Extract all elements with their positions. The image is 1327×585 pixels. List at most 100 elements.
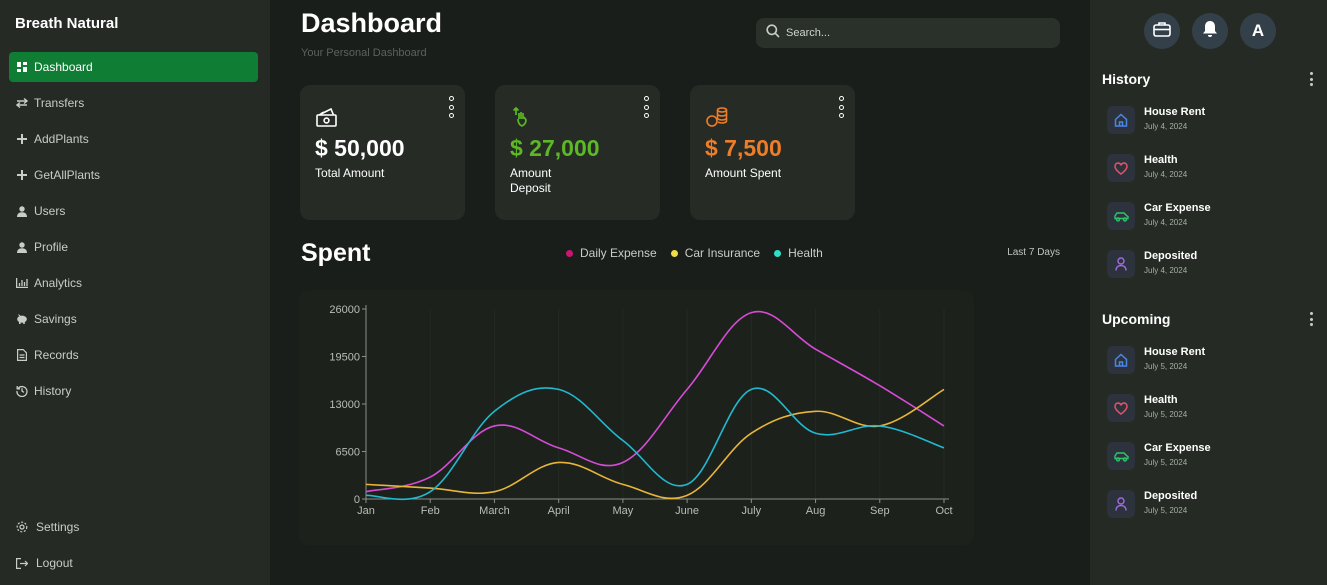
- legend-item-health[interactable]: Health: [774, 246, 823, 260]
- legend-dot: [670, 249, 678, 257]
- sidebar-item-settings[interactable]: Settings: [9, 512, 258, 542]
- x-tick-label: July: [742, 505, 762, 517]
- sidebar-item-label: Transfers: [34, 96, 85, 110]
- list-item-title: Deposited: [1144, 250, 1198, 262]
- card-menu-icon[interactable]: [837, 96, 845, 118]
- sidebar-item-label: Users: [34, 204, 66, 218]
- user-icon: [16, 205, 28, 217]
- sidebar-item-users[interactable]: Users: [9, 196, 258, 226]
- amount-spent-card[interactable]: $ 7,500 Amount Spent: [690, 85, 855, 220]
- list-item[interactable]: Health July 4, 2024: [1107, 152, 1317, 200]
- sidebar-item-label: History: [34, 384, 72, 398]
- history-title: History: [1102, 71, 1151, 87]
- sidebar-item-analytics[interactable]: Analytics: [9, 268, 258, 298]
- spent-chart-svg: 06500130001950026000Jan Feb March April May J…: [329, 304, 952, 517]
- legend-item-car-insurance[interactable]: Car Insurance: [670, 246, 761, 260]
- legend-item-daily-expense[interactable]: Daily Expense: [566, 246, 657, 260]
- notification-button[interactable]: [1192, 13, 1228, 49]
- total-amount-card[interactable]: $ 50,000 Total Amount: [300, 85, 465, 220]
- avatar[interactable]: A: [1240, 13, 1276, 49]
- spent-title: Spent: [301, 239, 371, 267]
- history-list: House Rent July 4, 2024 Health July 4, 202…: [1107, 104, 1317, 296]
- x-tick-label: April: [548, 505, 570, 517]
- legend-label: Daily Expense: [580, 246, 657, 260]
- sidebar-item-label: Records: [34, 348, 79, 362]
- legend-label: Health: [788, 246, 823, 260]
- x-tick-label: June: [675, 505, 699, 517]
- sidebar-item-profile[interactable]: Profile: [9, 232, 258, 262]
- card-menu-icon[interactable]: [642, 96, 650, 118]
- main-content: Dashboard Your Personal Dashboard $ 50,0…: [270, 0, 1090, 585]
- list-item[interactable]: Deposited July 4, 2024: [1107, 248, 1317, 296]
- x-tick-label: Oct: [935, 505, 952, 517]
- list-item-date: July 5, 2024: [1144, 506, 1188, 515]
- list-item-date: July 4, 2024: [1144, 266, 1188, 275]
- search-bar[interactable]: [756, 18, 1060, 48]
- y-tick-label: 26000: [329, 304, 360, 316]
- spent-chart: 0 6500 13000 19500 26000 Jan Feb March April May J…: [299, 290, 974, 545]
- card-amount: $ 27,000: [510, 135, 600, 161]
- user-icon: [1107, 250, 1135, 278]
- date-range-select[interactable]: Last 7 Days: [1007, 247, 1060, 258]
- page-subtitle: Your Personal Dashboard: [301, 47, 427, 59]
- sidebar-item-history[interactable]: History: [9, 376, 258, 406]
- analytics-icon: [16, 277, 28, 289]
- heart-icon: [1107, 394, 1135, 422]
- bell-icon: [1202, 20, 1218, 43]
- deposit-icon: [510, 105, 534, 129]
- sidebar-item-dashboard[interactable]: Dashboard: [9, 52, 258, 82]
- list-item-title: House Rent: [1144, 106, 1206, 118]
- car-icon: [1107, 202, 1135, 230]
- list-item[interactable]: House Rent July 4, 2024: [1107, 104, 1317, 152]
- card-menu-icon[interactable]: [447, 96, 455, 118]
- user-icon: [16, 241, 28, 253]
- list-item-title: House Rent: [1144, 346, 1206, 358]
- sidebar-item-addplants[interactable]: AddPlants: [9, 124, 258, 154]
- list-item-title: Car Expense: [1144, 442, 1211, 454]
- y-tick-label: 19500: [329, 352, 360, 364]
- sidebar-item-label: Logout: [36, 556, 73, 570]
- list-item-title: Health: [1144, 394, 1178, 406]
- home-icon: [1107, 346, 1135, 374]
- card-amount: $ 7,500: [705, 135, 782, 161]
- list-item[interactable]: Deposited July 5, 2024: [1107, 488, 1317, 536]
- avatar-letter: A: [1251, 21, 1265, 40]
- upcoming-list: House Rent July 5, 2024 Health July 5, 202…: [1107, 344, 1317, 536]
- list-item-date: July 5, 2024: [1144, 458, 1188, 467]
- legend-label: Car Insurance: [684, 246, 761, 260]
- sidebar-item-label: Profile: [34, 240, 69, 254]
- briefcase-button[interactable]: [1144, 13, 1180, 49]
- sidebar-item-label: Savings: [34, 312, 77, 326]
- x-tick-label: May: [612, 505, 633, 517]
- document-icon: [16, 349, 28, 361]
- card-label: Amount Deposit: [510, 166, 552, 195]
- sidebar-item-label: Analytics: [34, 276, 83, 290]
- list-item-title: Deposited: [1144, 490, 1198, 502]
- sidebar-item-logout[interactable]: Logout: [9, 548, 258, 578]
- sidebar-item-label: AddPlants: [34, 132, 89, 146]
- sidebar-bottom-nav: Settings Logout: [9, 512, 258, 584]
- upcoming-menu-icon[interactable]: [1308, 312, 1314, 326]
- history-menu-icon[interactable]: [1308, 72, 1314, 86]
- sidebar: Breath Natural Dashboard Transfers AddPl…: [0, 0, 270, 585]
- list-item-date: July 5, 2024: [1144, 410, 1188, 419]
- search-icon: [766, 23, 780, 43]
- briefcase-icon: [1153, 21, 1171, 42]
- list-item[interactable]: Health July 5, 2024: [1107, 392, 1317, 440]
- sidebar-item-getallplants[interactable]: GetAllPlants: [9, 160, 258, 190]
- sidebar-item-label: GetAllPlants: [34, 168, 101, 182]
- dashboard-icon: [16, 61, 28, 73]
- coins-icon: [705, 105, 729, 129]
- list-item-title: Health: [1144, 154, 1178, 166]
- sidebar-item-records[interactable]: Records: [9, 340, 258, 370]
- list-item-title: Car Expense: [1144, 202, 1211, 214]
- amount-deposit-card[interactable]: $ 27,000 Amount Deposit: [495, 85, 660, 220]
- x-tick-label: Sep: [870, 505, 890, 517]
- list-item[interactable]: Car Expense July 4, 2024: [1107, 200, 1317, 248]
- list-item[interactable]: Car Expense July 5, 2024: [1107, 440, 1317, 488]
- sidebar-item-transfers[interactable]: Transfers: [9, 88, 258, 118]
- x-tick-label: March: [479, 505, 510, 517]
- sidebar-item-savings[interactable]: Savings: [9, 304, 258, 334]
- search-input[interactable]: [786, 27, 1046, 39]
- list-item[interactable]: House Rent July 5, 2024: [1107, 344, 1317, 392]
